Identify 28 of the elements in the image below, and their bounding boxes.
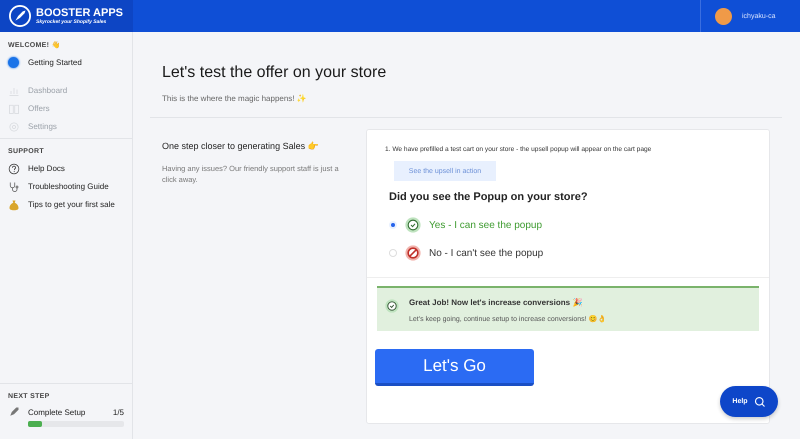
section-title: One step closer to generating Sales 👉 (162, 141, 320, 151)
option-label[interactable]: Yes - I can see the popup (429, 220, 542, 230)
page-title: Let's test the offer on your store (162, 64, 388, 82)
check-circle-icon (405, 217, 421, 233)
money-bag-icon (8, 198, 20, 210)
step-count: 1/5 (112, 408, 124, 416)
support-link[interactable]: Tips to get your first sale (8, 197, 124, 212)
user-avatar[interactable] (715, 8, 732, 24)
radio-button[interactable] (389, 221, 397, 229)
lets-go-button[interactable]: Let's Go (375, 349, 534, 386)
stethoscope-icon (8, 180, 20, 192)
next-step-label: Complete Setup (28, 408, 86, 416)
support-link[interactable]: Troubleshooting Guide (8, 179, 124, 194)
book-icon (8, 102, 20, 114)
success-title: Great Job! Now let's increase conversions 🎉 (409, 298, 584, 307)
radio-button[interactable] (389, 249, 397, 257)
logo-title: BOOSTER APPS (36, 7, 123, 19)
support-link[interactable]: Help Docs (8, 161, 124, 176)
question-text: Did you see the Popup on your store? (389, 191, 589, 203)
settings-icon (8, 120, 20, 132)
help-icon (8, 162, 20, 174)
page-subtitle: This is the where the magic happens! ✨ (162, 94, 308, 103)
prohibited-icon (405, 245, 421, 261)
option-label[interactable]: No - I can't see the popup (429, 248, 544, 258)
check-circle-icon (385, 299, 399, 313)
status-dot-icon (8, 57, 19, 68)
nav-item[interactable]: Getting Started (8, 55, 124, 70)
search-icon (754, 396, 766, 408)
